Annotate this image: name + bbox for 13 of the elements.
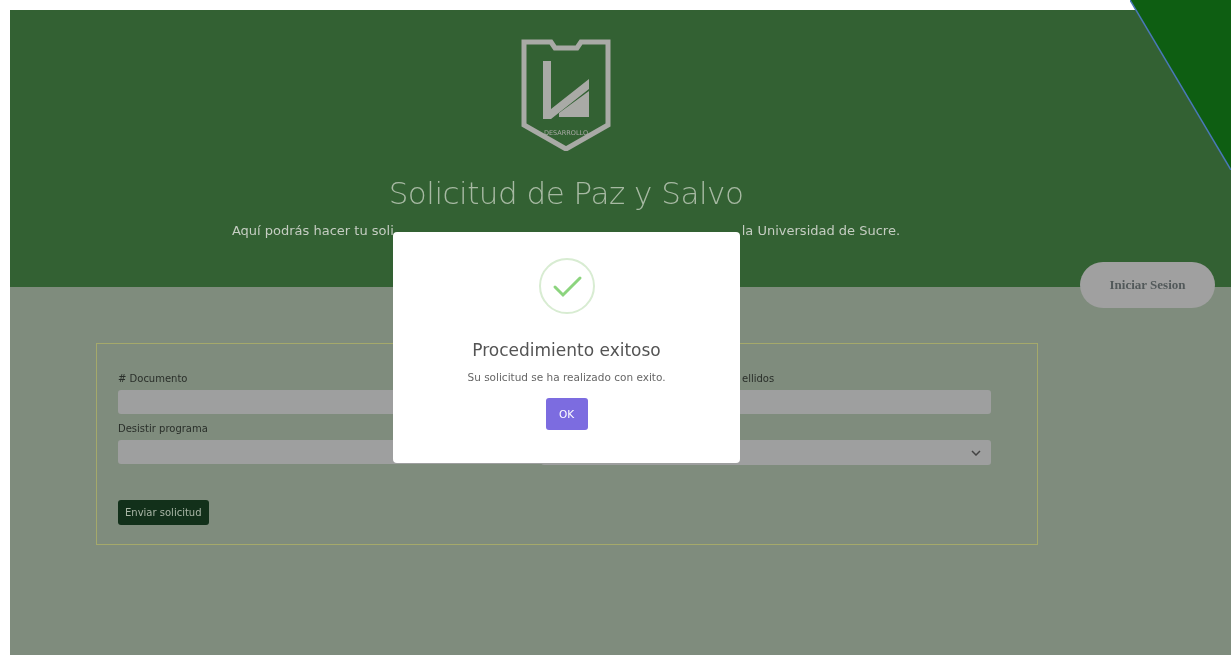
field-label: ellidos xyxy=(742,373,775,385)
submit-button[interactable]: Enviar solicitud xyxy=(118,500,209,525)
ok-button[interactable]: OK xyxy=(545,398,588,430)
field-label: Desistir programa xyxy=(118,423,208,435)
page-title: Solicitud de Paz y Salvo xyxy=(388,175,744,211)
login-button[interactable]: Iniciar Sesion xyxy=(1080,262,1215,308)
field-label: # Documento xyxy=(118,373,188,385)
dialog-message: Su solicitud se ha realizado con exito. xyxy=(467,371,666,383)
page-subtitle: la Universidad de Sucre. xyxy=(741,223,901,238)
check-icon xyxy=(537,257,596,315)
page-subtitle: Aquí podrás hacer tu soli xyxy=(231,223,394,238)
dialog-title: Procedimiento exitoso xyxy=(472,340,661,360)
chevron-down-icon xyxy=(971,449,981,456)
